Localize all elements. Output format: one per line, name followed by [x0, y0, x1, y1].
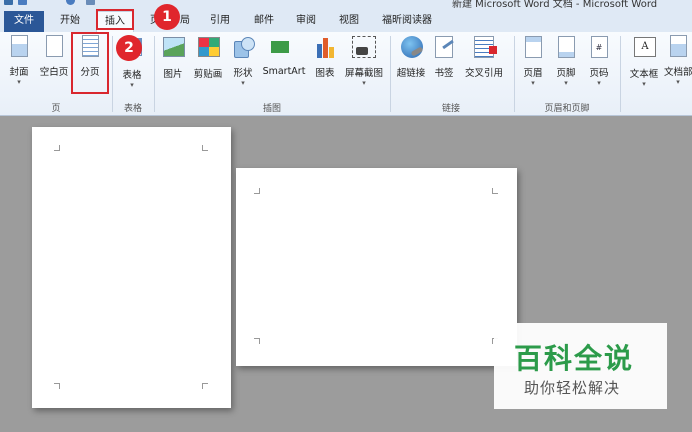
- title-bar: 新建 Microsoft Word 文档 - Microsoft Word: [0, 0, 692, 8]
- tab-references[interactable]: 引用: [204, 11, 236, 32]
- undo-icon[interactable]: [66, 0, 75, 5]
- watermark-title: 百科全说: [514, 342, 635, 375]
- blank-page-label: 空白页: [39, 67, 69, 78]
- margin-corner-mark: [254, 188, 260, 194]
- header-label: 页眉: [523, 68, 543, 79]
- dropdown-arrow-icon: ▾: [130, 81, 134, 89]
- page-number-button[interactable]: # 页码 ▾: [584, 35, 614, 95]
- screenshot-icon: [352, 36, 376, 58]
- margin-corner-mark: [54, 383, 60, 389]
- hyperlink-icon: [401, 36, 423, 58]
- cover-page-icon: [10, 35, 28, 57]
- document-page-2[interactable]: [236, 168, 517, 366]
- dropdown-arrow-icon: ▾: [642, 80, 646, 88]
- margin-corner-mark: [54, 145, 60, 151]
- text-box-icon: A: [634, 37, 656, 57]
- group-label-tables: 表格: [123, 104, 142, 114]
- screenshot-button[interactable]: 屏幕截图 ▾: [342, 35, 386, 95]
- group-label-header-footer: 页眉和页脚: [544, 104, 590, 114]
- clip-art-icon: [198, 37, 220, 57]
- tab-mailings[interactable]: 邮件: [248, 11, 280, 32]
- smartart-label: SmartArt: [262, 66, 306, 77]
- dropdown-arrow-icon: ▾: [597, 79, 601, 87]
- dropdown-arrow-icon: ▾: [676, 78, 680, 86]
- margin-corner-mark: [254, 338, 260, 344]
- margin-corner-mark: [202, 383, 208, 389]
- header-icon: [524, 36, 542, 58]
- shapes-button[interactable]: 形状 ▾: [228, 35, 258, 95]
- watermark-logo: 百科全说 助你轻松解决: [494, 323, 667, 409]
- blank-page-button[interactable]: 空白页: [36, 35, 72, 95]
- window-title: 新建 Microsoft Word 文档 - Microsoft Word: [452, 0, 658, 8]
- text-box-label: 文本框: [629, 69, 659, 80]
- text-box-button[interactable]: A 文本框 ▾: [624, 35, 664, 95]
- margin-corner-mark: [492, 188, 498, 194]
- cross-reference-icon: [474, 36, 497, 58]
- dropdown-arrow-icon: ▾: [362, 79, 366, 87]
- tab-home[interactable]: 开始: [52, 11, 88, 32]
- step-2-callout: 2: [116, 35, 142, 61]
- group-label-illustrations: 插图: [262, 104, 281, 114]
- word-app-icon[interactable]: [4, 0, 13, 5]
- header-button[interactable]: 页眉 ▾: [518, 35, 548, 95]
- footer-icon: [557, 36, 575, 58]
- shapes-label: 形状: [233, 68, 253, 79]
- picture-button[interactable]: 图片: [158, 35, 188, 95]
- chart-icon: [315, 36, 337, 58]
- dropdown-arrow-icon: ▾: [241, 79, 245, 87]
- footer-label: 页脚: [556, 68, 576, 79]
- table-label: 表格: [122, 70, 142, 81]
- margin-corner-mark: [202, 145, 208, 151]
- hyperlink-label: 超链接: [396, 68, 426, 79]
- step-1-callout: 1: [154, 4, 180, 30]
- highlight-page-break-button: [71, 32, 109, 94]
- watermark-subtitle: 助你轻松解决: [524, 379, 621, 397]
- hyperlink-button[interactable]: 超链接: [394, 35, 428, 95]
- group-separator: [154, 36, 155, 112]
- group-label-pages: 页: [51, 104, 61, 114]
- quick-parts-button[interactable]: 文档部件 ▾: [664, 35, 692, 95]
- picture-icon: [163, 37, 185, 57]
- blank-page-icon: [45, 35, 63, 57]
- footer-button[interactable]: 页脚 ▾: [551, 35, 581, 95]
- tab-foxit-reader[interactable]: 福昕阅读器: [376, 11, 438, 32]
- screenshot-label: 屏幕截图: [344, 68, 383, 79]
- bookmark-button[interactable]: 书签: [430, 35, 458, 95]
- dropdown-arrow-icon: ▾: [17, 78, 21, 86]
- group-separator: [514, 36, 515, 112]
- picture-label: 图片: [163, 69, 183, 80]
- quick-parts-label: 文档部件: [664, 67, 692, 78]
- cross-reference-label: 交叉引用: [464, 68, 503, 79]
- tab-review[interactable]: 审阅: [290, 11, 322, 32]
- bookmark-label: 书签: [434, 68, 454, 79]
- bookmark-icon: [435, 36, 453, 58]
- save-icon[interactable]: [18, 0, 27, 5]
- cross-reference-button[interactable]: 交叉引用: [460, 35, 508, 95]
- chart-button[interactable]: 图表: [310, 35, 340, 95]
- group-separator: [112, 36, 113, 112]
- tab-file[interactable]: 文件: [4, 11, 44, 32]
- smartart-button[interactable]: SmartArt: [260, 35, 308, 95]
- document-page-1[interactable]: [32, 127, 231, 408]
- quick-parts-icon: [669, 35, 687, 57]
- smartart-icon: [271, 37, 297, 57]
- group-separator: [620, 36, 621, 112]
- page-number-icon: #: [590, 36, 608, 58]
- shapes-icon: [233, 36, 255, 58]
- group-separator: [390, 36, 391, 112]
- page-number-label: 页码: [589, 68, 609, 79]
- group-label-links: 链接: [441, 104, 460, 114]
- cover-page-button[interactable]: 封面 ▾: [4, 35, 34, 95]
- clip-art-button[interactable]: 剪贴画: [190, 35, 226, 95]
- clip-art-label: 剪贴画: [193, 69, 223, 80]
- cover-page-label: 封面: [9, 67, 29, 78]
- dropdown-arrow-icon: ▾: [564, 79, 568, 87]
- dropdown-arrow-icon: ▾: [531, 79, 535, 87]
- customize-qat-icon[interactable]: [86, 0, 95, 5]
- highlight-insert-tab: [96, 9, 134, 30]
- tab-view[interactable]: 视图: [333, 11, 365, 32]
- chart-label: 图表: [315, 68, 335, 79]
